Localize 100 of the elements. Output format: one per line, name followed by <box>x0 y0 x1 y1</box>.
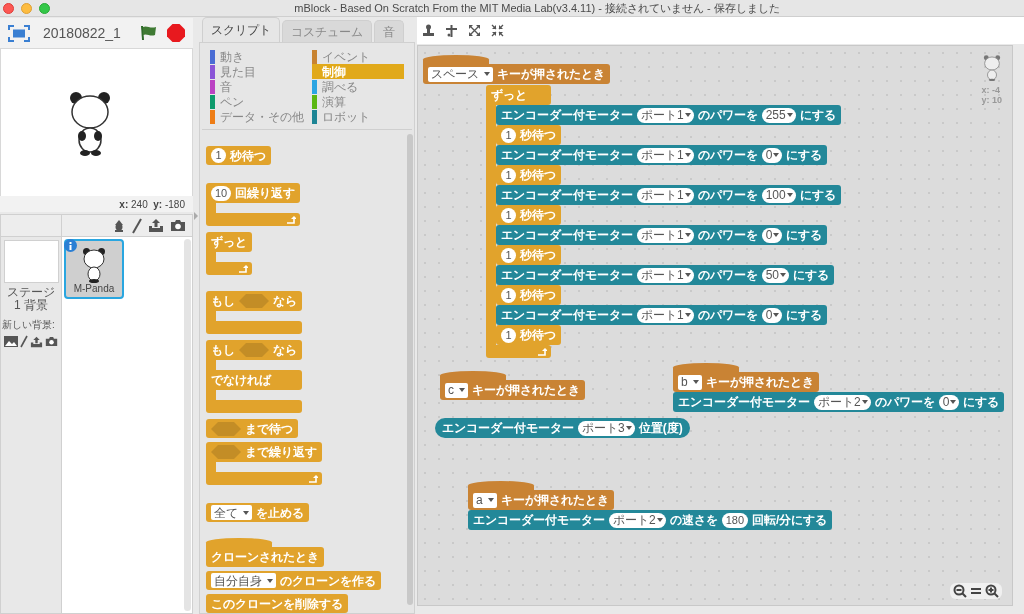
dropdown-input[interactable]: 255 <box>761 107 796 123</box>
command-block[interactable]: エンコーダー付モーター ポート1 のパワーを 0 にする <box>496 145 828 165</box>
caret-icon <box>773 153 780 157</box>
dropdown-input[interactable]: 50 <box>761 267 790 283</box>
command-block[interactable]: 1 秒待つ <box>496 125 561 145</box>
number-input[interactable]: 1 <box>501 127 516 143</box>
dropdown-input[interactable]: ポート3 <box>578 420 635 436</box>
dropdown-menu[interactable]: a <box>473 492 497 508</box>
reporter-block[interactable]: エンコーダー付モーター ポート3 位置(度) <box>435 418 690 438</box>
caret-icon <box>267 578 273 583</box>
upload-icon[interactable] <box>148 218 164 233</box>
dropdown-input[interactable]: 0 <box>938 394 960 410</box>
new-backdrop-label: 新しい背景: <box>2 318 55 332</box>
dropdown-input[interactable]: ポート1 <box>637 307 694 323</box>
dropdown-menu[interactable]: b <box>678 374 702 390</box>
loop-block[interactable]: ずっと エンコーダー付モーター ポート1 のパワーを 255 にする 1 秒待つ エンコーダー付モーター ポート1 のパワーを 0 にする 1 秒待つ エンコーダー付モーター ポート1 のパワーを 100 にする 1 秒待つ エンコーダー付モーター ポート1 のパワーを 0 にする 1 秒待つ エンコーダー付モーター ポート1 のパワーを 50 にする 1 秒待つ エンコーダー付モーター ポート1 のパワーを 0 にする 1 秒待つ <box>486 85 841 358</box>
shrink-icon[interactable] <box>491 24 504 37</box>
command-block[interactable]: エンコーダー付モーター ポート1 のパワーを 0 にする <box>496 225 828 245</box>
caret-icon <box>684 313 691 317</box>
caret-icon <box>786 193 793 197</box>
zoom-in-icon[interactable] <box>985 584 999 598</box>
stamp-icon[interactable] <box>422 23 435 38</box>
scrollbar[interactable] <box>407 134 413 605</box>
stop-icon[interactable] <box>167 24 185 42</box>
number-input[interactable]: 10 <box>211 185 232 201</box>
command-block[interactable]: 1 秒待つ <box>496 205 561 225</box>
dropdown-input[interactable]: ポート1 <box>637 267 694 283</box>
command-block[interactable]: エンコーダー付モーター ポート1 のパワーを 100 にする <box>496 185 841 205</box>
scrollbar[interactable] <box>184 239 191 611</box>
sprite-tile[interactable]: M-Panda <box>64 239 124 299</box>
camera-icon[interactable] <box>170 219 186 232</box>
dropdown-menu[interactable]: c <box>445 382 468 398</box>
command-block[interactable]: 全て を止める <box>206 503 309 522</box>
command-block[interactable]: 1 秒待つ <box>496 285 561 305</box>
dropdown-input[interactable]: 0 <box>761 307 783 323</box>
command-block[interactable]: 1 秒待つ <box>496 165 561 185</box>
command-block[interactable]: 1 秒待つ <box>496 245 561 265</box>
caret-icon <box>684 153 691 157</box>
caret-icon <box>773 313 780 317</box>
number-input[interactable]: 1 <box>501 247 516 263</box>
number-input[interactable]: 1 <box>501 167 516 183</box>
sprite-x: x: -4 <box>981 85 1000 95</box>
dropdown-input[interactable]: 0 <box>761 147 783 163</box>
caret-icon <box>684 273 691 277</box>
info-icon[interactable] <box>64 239 77 252</box>
flag-icon[interactable] <box>140 25 158 41</box>
stage-thumbnail[interactable] <box>3 240 59 283</box>
caret-icon <box>656 518 663 522</box>
sprite-y: y: 10 <box>981 95 1002 105</box>
fullscreen-icon[interactable] <box>8 24 30 42</box>
caret-icon <box>773 233 780 237</box>
dropdown-menu[interactable]: スペース <box>428 66 493 82</box>
command-block[interactable]: 1 秒待つ <box>206 146 271 165</box>
loop-arrow-icon <box>287 215 297 224</box>
number-input[interactable]: 180 <box>721 512 749 528</box>
close-button[interactable] <box>3 2 14 14</box>
dropdown-input[interactable]: ポート1 <box>637 227 694 243</box>
sprite-figure <box>82 247 106 283</box>
dropdown-input[interactable]: ポート2 <box>609 512 666 528</box>
image-icon[interactable] <box>4 336 18 347</box>
caret-icon <box>625 426 632 430</box>
dropdown-input[interactable]: ポート1 <box>637 107 694 123</box>
script-area[interactable] <box>417 45 1013 606</box>
caret-icon <box>692 380 699 384</box>
expand-icon[interactable] <box>468 24 481 37</box>
number-input[interactable]: 1 <box>501 327 516 343</box>
tab[interactable]: スクリプト <box>202 17 280 42</box>
caret-icon <box>780 273 787 277</box>
dropdown-input[interactable]: 100 <box>761 187 796 203</box>
dropdown-input[interactable]: 0 <box>761 227 783 243</box>
dropdown-input[interactable]: ポート1 <box>637 187 694 203</box>
dropdown-menu[interactable]: 全て <box>211 505 252 520</box>
dropdown-input[interactable]: ポート2 <box>814 394 871 410</box>
paint-icon[interactable] <box>20 335 28 348</box>
dropdown-input[interactable]: ポート1 <box>637 147 694 163</box>
command-block[interactable]: エンコーダー付モーター ポート2 のパワーを 0 にする <box>673 392 1005 412</box>
number-input[interactable]: 1 <box>501 287 516 303</box>
command-block[interactable]: 1 秒待つ <box>496 325 561 345</box>
caret-icon <box>684 233 691 237</box>
number-input[interactable]: 1 <box>501 207 516 223</box>
caret-icon <box>459 388 465 392</box>
loop-arrow-icon <box>239 264 248 273</box>
upload-icon[interactable] <box>30 335 43 348</box>
command-block[interactable]: エンコーダー付モーター ポート1 のパワーを 255 にする <box>496 105 841 125</box>
caret-icon <box>487 498 494 502</box>
command-block[interactable]: 自分自身 のクローンを作る <box>206 571 381 590</box>
sprite-library-icon[interactable] <box>112 218 126 233</box>
paint-icon[interactable] <box>132 217 142 234</box>
number-input[interactable]: 1 <box>211 148 226 163</box>
loop-block[interactable]: 10 回繰り返す <box>206 183 301 226</box>
stage-coordinates: x: 240 y: -180 <box>119 197 185 212</box>
command-block[interactable]: エンコーダー付モーター ポート1 のパワーを 0 にする <box>496 305 828 325</box>
camera-icon[interactable] <box>45 336 58 347</box>
caret-icon <box>786 113 793 117</box>
caret-icon <box>484 72 490 76</box>
command-block[interactable]: エンコーダー付モーター ポート1 のパワーを 50 にする <box>496 265 835 285</box>
dropdown-menu[interactable]: 自分自身 <box>211 573 276 588</box>
command-block[interactable]: エンコーダー付モーター ポート2 の速さを 180 回転/分にする <box>468 510 833 530</box>
caret-icon <box>243 510 249 515</box>
zoom-out-icon[interactable] <box>953 584 967 598</box>
